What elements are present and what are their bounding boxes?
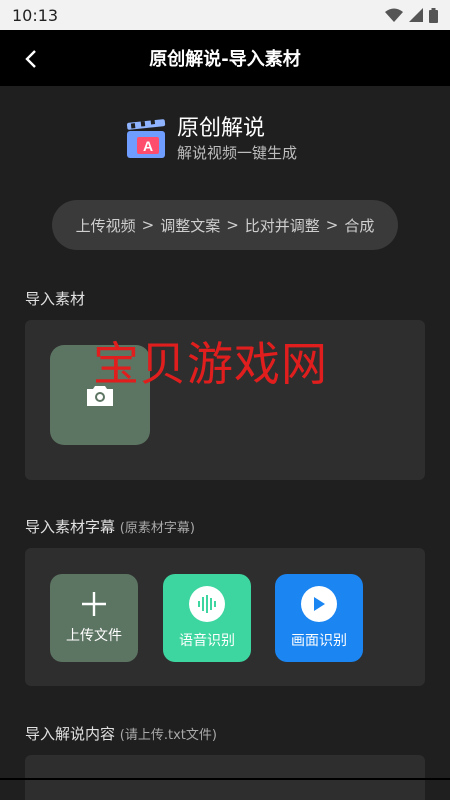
chevron-left-icon	[25, 50, 36, 68]
bottom-divider	[0, 778, 450, 780]
section-title-text: 导入素材字幕	[25, 518, 116, 536]
upload-file-label: 上传文件	[66, 628, 122, 644]
section-title-import-narration: 导入解说内容 (请上传.txt文件)	[25, 723, 217, 744]
frame-recognition-label: 画面识别	[291, 633, 347, 649]
voice-recognition-button[interactable]: 语音识别	[163, 574, 251, 662]
frame-recognition-button[interactable]: 画面识别	[275, 574, 363, 662]
hero-subtitle: 解说视频一键生成	[177, 144, 298, 162]
signal-icon	[409, 8, 423, 22]
step-separator: >	[141, 216, 155, 234]
status-icons	[385, 7, 438, 23]
plus-icon	[82, 592, 106, 616]
section-title-import-subtitles: 导入素材字幕 (原素材字幕)	[25, 516, 195, 537]
section-title-import-material: 导入素材	[25, 290, 86, 308]
sound-wave-icon	[189, 586, 225, 622]
back-button[interactable]	[16, 44, 46, 74]
upload-file-button[interactable]: 上传文件	[50, 574, 138, 662]
step-item: 调整文案	[160, 216, 221, 235]
play-icon	[301, 586, 337, 622]
section-hint: (请上传.txt文件)	[119, 728, 217, 743]
wifi-icon	[385, 8, 403, 22]
status-bar: 10:13	[0, 0, 450, 30]
status-time: 10:13	[12, 5, 59, 25]
page-title: 原创解说-导入素材	[149, 49, 301, 70]
camera-icon	[87, 386, 113, 406]
hero-text: 原创解说 解说视频一键生成	[177, 115, 297, 163]
step-item: 合成	[344, 216, 375, 235]
voice-recognition-label: 语音识别	[179, 633, 235, 649]
clapperboard-logo-icon: A	[126, 119, 166, 158]
hero: A 原创解说 解说视频一键生成	[125, 115, 297, 163]
step-separator: >	[226, 216, 239, 234]
section-title-text: 导入解说内容	[25, 725, 116, 743]
step-separator: >	[325, 216, 339, 234]
add-material-button[interactable]	[50, 345, 150, 445]
logo-letter: A	[143, 138, 153, 154]
step-item: 比对并调整	[244, 216, 320, 235]
section-hint: (原素材字幕)	[119, 521, 195, 536]
nav-bar: 原创解说-导入素材	[0, 30, 450, 86]
battery-icon	[429, 7, 438, 23]
hero-title: 原创解说	[177, 116, 266, 141]
step-indicator: 上传视频 > 调整文案 > 比对并调整 > 合成	[52, 200, 398, 250]
step-item: 上传视频	[75, 216, 136, 235]
